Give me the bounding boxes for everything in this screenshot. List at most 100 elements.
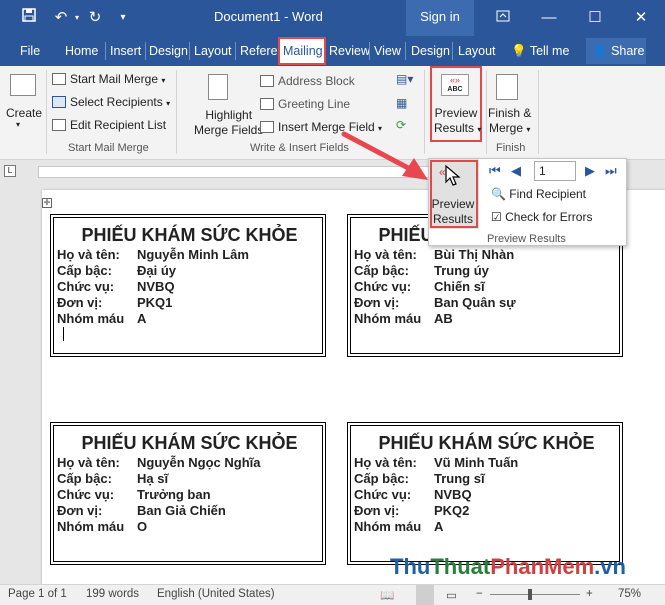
preview-results-button[interactable]: Preview Results ▾ [434, 106, 481, 137]
zoom-level[interactable]: 75% [618, 588, 641, 600]
last-record-icon[interactable]: ⏭ [605, 163, 617, 179]
watermark-part1: Thu [390, 554, 431, 579]
find-recipient-button[interactable]: 🔍 Find Recipient [491, 187, 586, 201]
tab-table-design[interactable]: Design [408, 40, 453, 62]
tab-layout[interactable]: Layout [191, 40, 235, 62]
start-mail-merge-button[interactable]: Start Mail Merge ▾ [52, 72, 165, 86]
record-number-input[interactable]: 1 [534, 161, 576, 181]
ribbon-display-options-icon[interactable] [492, 8, 514, 28]
field-value: Ban Quân sự [434, 295, 516, 310]
preview-label-2: Results [434, 121, 475, 135]
address-block-label: Address Block [278, 74, 355, 88]
tab-references[interactable]: Referen [237, 40, 279, 62]
watermark-part4: .vn [594, 554, 626, 579]
read-mode-icon[interactable]: 📖 [380, 588, 394, 602]
match-fields-icon[interactable]: ▦ [396, 96, 407, 110]
tab-design[interactable]: Design [146, 40, 191, 62]
edit-recipient-list-button[interactable]: Edit Recipient List [52, 118, 166, 132]
annotation-arrow [341, 131, 428, 180]
field-label: Nhóm máu [57, 311, 125, 326]
greeting-line-label: Greeting Line [278, 97, 351, 111]
minimize-icon[interactable]: — [538, 8, 560, 28]
tell-me-label: Tell me [529, 44, 570, 58]
greeting-line-button[interactable]: Greeting Line [260, 97, 350, 111]
highlight-merge-fields-button[interactable]: Highlight Merge Fields [194, 108, 263, 138]
first-record-icon[interactable]: ⏮ [489, 163, 501, 179]
tab-view[interactable]: View [371, 40, 404, 62]
tab-mailings[interactable]: Mailing [278, 37, 326, 65]
field-value: Trưởng ban [137, 487, 211, 502]
rules-icon[interactable]: ▤▾ [396, 72, 413, 86]
maximize-icon[interactable]: ☐ [584, 8, 606, 28]
highlight-label-1: Highlight [205, 108, 253, 122]
word-count[interactable]: 199 words [86, 588, 139, 600]
field-label: Họ và tên: [354, 247, 417, 262]
tab-selector-icon[interactable]: L [4, 165, 16, 177]
tab-file[interactable]: File [17, 40, 43, 62]
field-label: Đơn vị: [57, 295, 103, 310]
label-card: PHIẾU KHÁM SỨC KHỎE Họ và tên: Nguyễn Ngọ… [50, 422, 326, 565]
zoom-slider-thumb[interactable] [528, 589, 532, 600]
check-for-errors-button[interactable]: ☑ Check for Errors [491, 210, 592, 224]
finish-label-2: Merge [488, 121, 523, 135]
group-label-finish: Finish [496, 142, 526, 154]
preview-results-group-label: Preview Results [487, 233, 566, 245]
field-label: Nhóm máu [57, 519, 125, 534]
close-icon[interactable]: ✕ [630, 8, 652, 28]
tab-review[interactable]: Review [326, 40, 373, 62]
tell-me-box[interactable]: 💡 Tell me [508, 40, 572, 62]
field-label: Họ và tên: [57, 247, 120, 262]
finish-merge-button[interactable]: Finish & Merge ▾ [488, 106, 531, 137]
create-button[interactable]: Create [6, 106, 42, 120]
tab-insert[interactable]: Insert [107, 40, 144, 62]
address-block-button[interactable]: Address Block [260, 74, 355, 88]
zoom-in-icon[interactable]: + [586, 588, 593, 600]
zoom-out-icon[interactable]: − [476, 588, 483, 600]
field-label: Chức vụ: [354, 279, 412, 294]
check-errors-label: Check for Errors [505, 210, 593, 224]
tab-home[interactable]: Home [62, 40, 101, 62]
envelope-icon [10, 74, 36, 96]
label-card: PHIẾU KHÁM SỨC KHỎE Họ và tên: Vũ Minh Tu… [347, 422, 623, 565]
field-label: Chức vụ: [57, 279, 115, 294]
table-move-handle-icon[interactable]: ✛ [42, 198, 52, 208]
print-layout-icon[interactable] [416, 585, 434, 605]
field-value: Bùi Thị Nhàn [434, 247, 515, 262]
field-value: Đại úy [137, 263, 177, 278]
next-record-icon[interactable]: ▶ [585, 163, 595, 179]
find-recipient-label: Find Recipient [509, 187, 587, 201]
field-label: Nhóm máu [354, 311, 422, 326]
tab-table-layout[interactable]: Layout [455, 40, 499, 62]
field-value: Hạ sĩ [137, 471, 169, 486]
sign-in-button[interactable]: Sign in [406, 0, 474, 36]
watermark-part2: Thuat [430, 554, 491, 579]
field-value: Vũ Minh Tuấn [434, 455, 519, 470]
customize-qat-icon[interactable]: ▾ [112, 8, 134, 28]
share-person-icon: 👤 [592, 44, 608, 58]
start-mail-merge-label: Start Mail Merge [70, 72, 159, 86]
highlight-label-2: Merge Fields [194, 123, 264, 137]
page-count[interactable]: Page 1 of 1 [8, 588, 67, 600]
title-bar: ↶ ▾ ↻ ▾ Document1 - Word Sign in — ☐ ✕ [0, 0, 665, 36]
ribbon-tab-bar: File Home Insert Design Layout Referen M… [0, 36, 665, 66]
share-button[interactable]: 👤 Share [586, 38, 646, 64]
highlight-fields-icon [208, 74, 228, 100]
web-layout-icon[interactable]: ▭ [446, 588, 457, 602]
zoom-slider[interactable] [490, 594, 580, 595]
greeting-line-icon [260, 98, 274, 110]
ribbon: Create ▾ Start Mail Merge ▾ Select Recip… [0, 66, 665, 160]
field-label: Họ và tên: [57, 455, 120, 470]
redo-icon[interactable]: ↻ [84, 8, 106, 28]
previous-record-icon[interactable]: ◀ [511, 163, 521, 179]
create-dropdown-icon[interactable]: ▾ [16, 120, 20, 129]
card-title: PHIẾU KHÁM SỨC KHỎE [81, 225, 298, 245]
language-status[interactable]: English (United States) [157, 588, 275, 600]
save-icon[interactable] [18, 8, 40, 28]
watermark-part3: PhanMem [490, 554, 595, 579]
select-recipients-button[interactable]: Select Recipients ▾ [52, 95, 170, 109]
preview-label-1: Preview [434, 106, 478, 120]
address-block-icon [260, 75, 274, 87]
mail-merge-icon [52, 73, 66, 85]
document-page[interactable]: ✛ PHIẾU KHÁM SỨC KHỎE Họ và tên: Nguyễn M… [42, 190, 665, 590]
mouse-pointer-icon [445, 164, 461, 192]
